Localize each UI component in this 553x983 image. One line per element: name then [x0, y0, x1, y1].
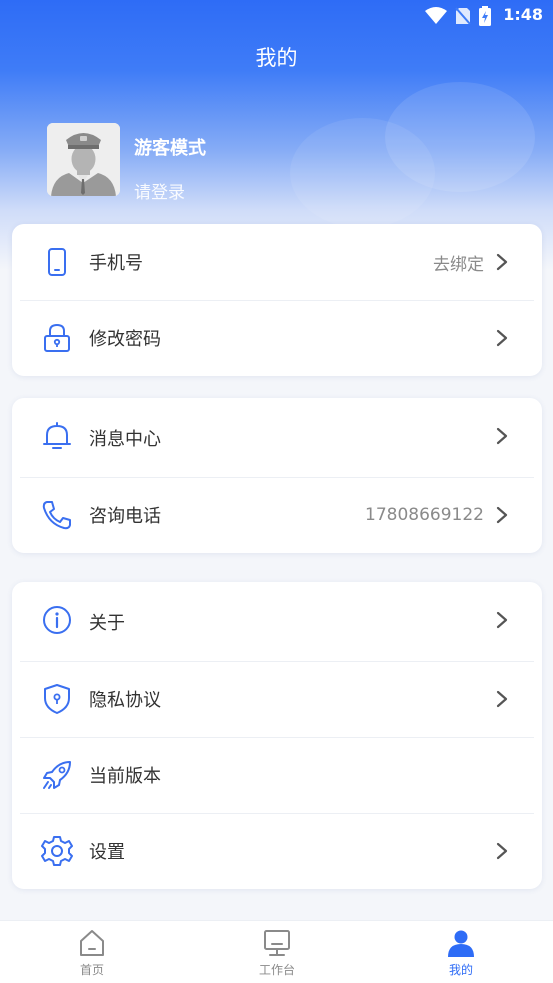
menu-item-consult-phone[interactable]: 咨询电话 17808669122 — [12, 477, 542, 553]
status-icons — [425, 6, 491, 26]
tab-home[interactable]: 首页 — [32, 921, 152, 983]
menu-item-privacy-policy[interactable]: 隐私协议 — [12, 661, 542, 737]
bind-phone-link[interactable]: 去绑定 — [433, 250, 484, 275]
menu-item-label: 隐私协议 — [89, 690, 161, 711]
menu-item-label: 消息中心 — [89, 428, 161, 450]
chevron-right-icon — [496, 427, 508, 445]
person-icon — [448, 930, 474, 957]
menu-item-label: 设置 — [89, 842, 125, 863]
user-avatar-icon — [47, 123, 120, 196]
chevron-right-icon — [496, 611, 508, 629]
tab-workbench[interactable]: 工作台 — [217, 921, 337, 983]
status-bar: 1:48 — [0, 0, 553, 32]
contact-card: 消息中心 咨询电话 17808669122 — [12, 398, 542, 553]
telephone-icon — [42, 501, 71, 530]
menu-item-current-version[interactable]: 当前版本 — [12, 737, 542, 813]
login-link[interactable]: 请登录 — [134, 178, 185, 203]
wifi-icon — [425, 7, 447, 24]
menu-item-about[interactable]: 关于 — [12, 582, 542, 661]
menu-item-label: 当前版本 — [89, 766, 161, 787]
menu-item-label: 修改密码 — [89, 329, 161, 350]
decorative-bubble — [290, 118, 435, 228]
monitor-icon — [264, 930, 290, 956]
avatar[interactable] — [47, 123, 120, 196]
rocket-icon — [43, 761, 71, 789]
no-sim-icon — [455, 7, 471, 25]
menu-item-change-password[interactable]: 修改密码 — [12, 300, 542, 376]
menu-item-message-center[interactable]: 消息中心 — [12, 398, 542, 477]
page-title: 我的 — [255, 46, 298, 70]
chevron-right-icon — [496, 506, 508, 524]
profile-name: 游客模式 — [134, 138, 206, 159]
status-time: 1:48 — [503, 5, 543, 24]
tab-label: 首页 — [79, 963, 104, 977]
menu-item-label: 关于 — [89, 612, 125, 634]
chevron-right-icon — [496, 253, 508, 271]
menu-item-label: 手机号 — [89, 253, 143, 274]
bottom-tab-bar: 首页 工作台 我的 — [0, 920, 553, 983]
tab-label: 工作台 — [258, 963, 295, 977]
menu-item-label: 咨询电话 — [89, 506, 161, 527]
gear-icon — [41, 836, 73, 866]
lock-icon — [44, 323, 70, 352]
chevron-right-icon — [496, 842, 508, 860]
chevron-right-icon — [496, 690, 508, 708]
tab-mine[interactable]: 我的 — [401, 921, 521, 983]
home-icon — [80, 930, 104, 956]
shield-icon — [44, 684, 70, 714]
phone-icon — [48, 248, 66, 276]
bell-icon — [43, 422, 71, 449]
chevron-right-icon — [496, 329, 508, 347]
info-icon — [43, 606, 71, 634]
tab-label: 我的 — [448, 963, 473, 977]
app-info-card: 关于 隐私协议 当前版本 设置 — [12, 582, 542, 889]
menu-item-settings[interactable]: 设置 — [12, 813, 542, 889]
phone-number-value: 17808669122 — [365, 505, 484, 525]
battery-charging-icon — [479, 6, 491, 26]
menu-item-phone-number[interactable]: 手机号 去绑定 — [12, 224, 542, 300]
account-card: 手机号 去绑定 修改密码 — [12, 224, 542, 376]
